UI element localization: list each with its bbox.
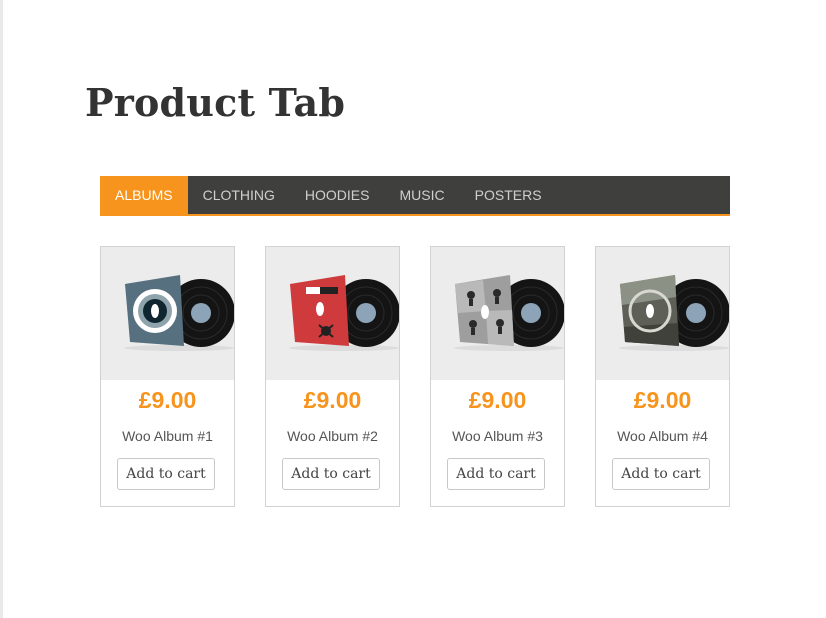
product-card: £9.00 Woo Album #4 Add to cart (595, 246, 730, 507)
product-card: £9.00 Woo Album #2 Add to cart (265, 246, 400, 507)
page-title: Product Tab (85, 80, 346, 125)
product-card: £9.00 Woo Album #3 Add to cart (430, 246, 565, 507)
add-to-cart-button[interactable]: Add to cart (612, 458, 710, 490)
product-name[interactable]: Woo Album #3 (431, 428, 564, 444)
tab-music[interactable]: MUSIC (385, 176, 460, 214)
add-to-cart-button[interactable]: Add to cart (117, 458, 215, 490)
add-to-cart-button[interactable]: Add to cart (447, 458, 545, 490)
product-image-album-3[interactable] (431, 247, 564, 380)
product-price: £9.00 (633, 387, 692, 413)
tab-posters[interactable]: POSTERS (460, 176, 557, 214)
product-card: £9.00 Woo Album #1 Add to cart (100, 246, 235, 507)
product-image-album-1[interactable] (101, 247, 234, 380)
product-price: £9.00 (468, 387, 527, 413)
product-name[interactable]: Woo Album #1 (101, 428, 234, 444)
product-price: £9.00 (138, 387, 197, 413)
product-image-album-2[interactable] (266, 247, 399, 380)
product-grid: £9.00 Woo Album #1 Add to cart £9.00 Woo… (100, 246, 730, 507)
product-tab-bar: ALBUMS CLOTHING HOODIES MUSIC POSTERS (100, 176, 730, 216)
product-image-album-4[interactable] (596, 247, 729, 380)
tab-hoodies[interactable]: HOODIES (290, 176, 385, 214)
product-price: £9.00 (303, 387, 362, 413)
product-name[interactable]: Woo Album #2 (266, 428, 399, 444)
add-to-cart-button[interactable]: Add to cart (282, 458, 380, 490)
page-left-border (0, 0, 3, 618)
tab-albums[interactable]: ALBUMS (100, 176, 188, 214)
tab-clothing[interactable]: CLOTHING (188, 176, 290, 214)
product-name[interactable]: Woo Album #4 (596, 428, 729, 444)
